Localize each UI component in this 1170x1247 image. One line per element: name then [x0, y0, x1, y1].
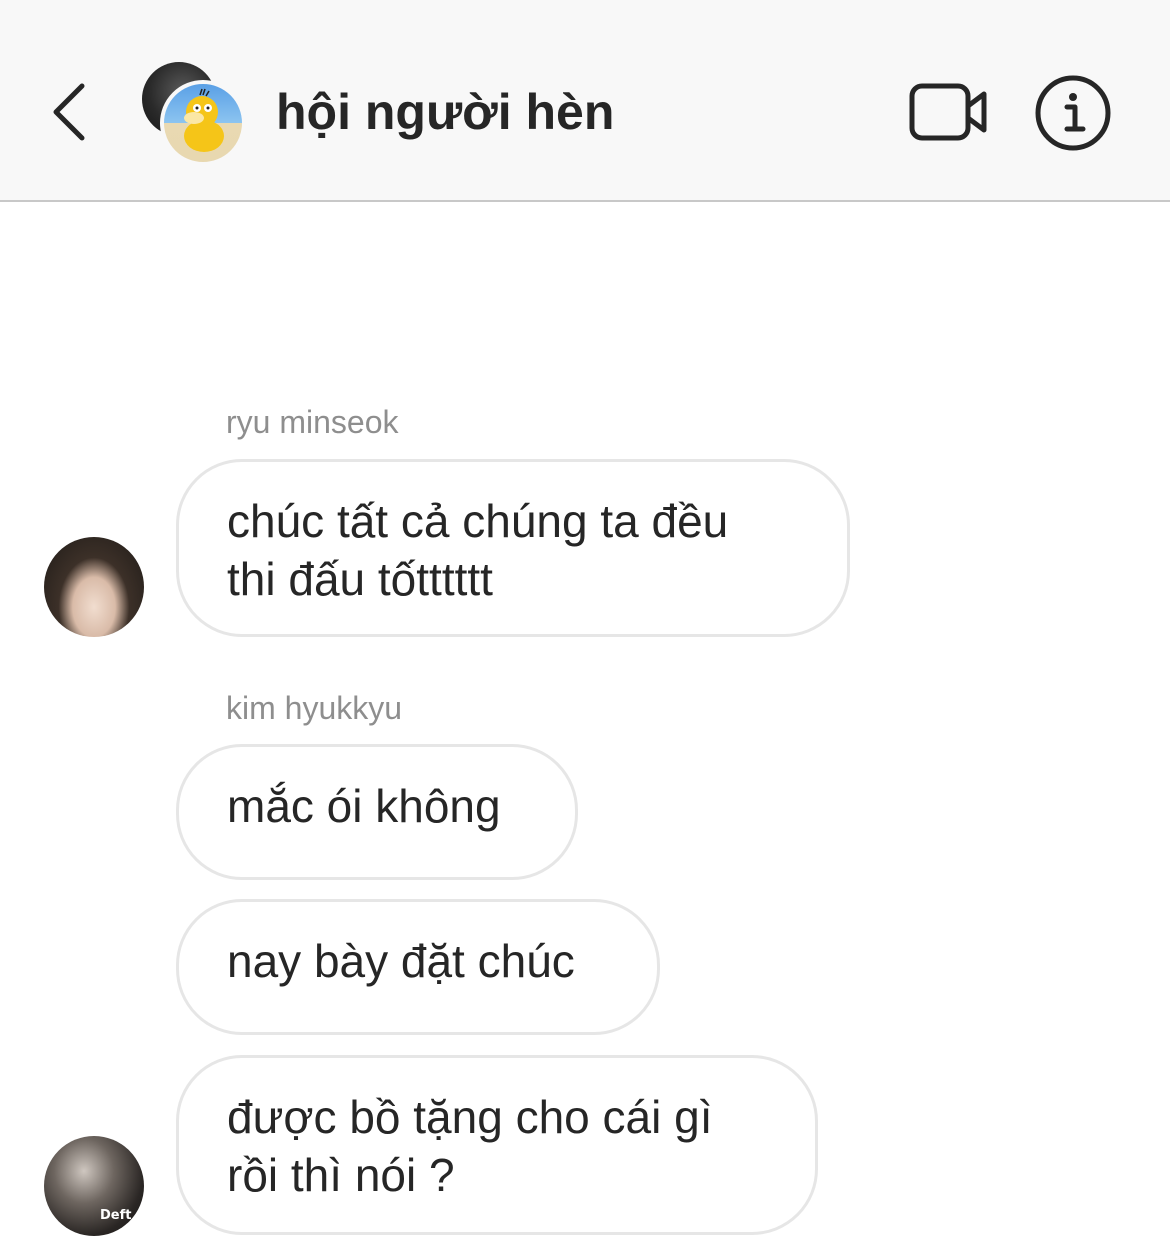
- info-circle-icon: [1035, 75, 1111, 151]
- duck-avatar-image: [184, 88, 224, 152]
- chat-header: hội người hèn: [0, 0, 1170, 202]
- message-bubble[interactable]: chúc tất cả chúng ta đều thi đấu tốttttt…: [176, 459, 850, 637]
- sender-name: ryu minseok: [226, 404, 399, 440]
- avatar-caption: Deft: [100, 1208, 132, 1223]
- message-bubble[interactable]: mắc ói không: [176, 744, 578, 880]
- group-title[interactable]: hội người hèn: [276, 82, 614, 142]
- message-bubble[interactable]: nay bày đặt chúc: [176, 899, 660, 1035]
- info-button[interactable]: [1034, 74, 1112, 152]
- ryu-minseok-avatar[interactable]: [44, 537, 144, 637]
- back-button[interactable]: [40, 72, 100, 152]
- member-avatar-front: [160, 80, 246, 166]
- message-bubble[interactable]: được bồ tặng cho cái gì rồi thì nói ?: [176, 1055, 818, 1235]
- video-camera-icon: [909, 83, 987, 141]
- sender-name: kim hyukkyu: [226, 690, 403, 726]
- video-call-button[interactable]: [908, 80, 990, 144]
- chevron-left-icon: [53, 83, 85, 141]
- group-avatar[interactable]: [142, 62, 246, 166]
- kim-hyukkyu-avatar[interactable]: Deft: [44, 1136, 144, 1236]
